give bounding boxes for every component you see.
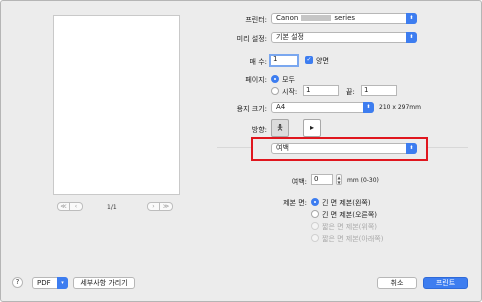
pages-to-input[interactable]: 1 (361, 85, 397, 96)
print-dialog: ≪ ‹ 1/1 › ≫ 프린터: Canon series ⬍ 미리 설정: 기본… (0, 0, 482, 302)
margin-range: mm (0-30) (347, 177, 379, 184)
pages-to-label: 끝: (346, 88, 355, 96)
popup-arrows-icon: ⬍ (406, 143, 417, 154)
section-value: 여백 (276, 144, 289, 152)
help-button[interactable]: ? (12, 277, 23, 288)
section-divider-right (428, 147, 468, 148)
paper-dimensions: 210 x 297mm (379, 104, 421, 111)
landscape-orientation-button[interactable]: ▸ (303, 119, 321, 137)
portrait-person-icon: 🯅 (276, 123, 284, 132)
printer-name-prefix: Canon (276, 14, 299, 22)
section-popup[interactable]: 여백 ⬍ (271, 143, 417, 154)
prev-page-button[interactable]: ‹ (70, 202, 83, 211)
print-button[interactable]: 프린트 (423, 277, 468, 289)
staple-short-bottom-radio (311, 234, 319, 242)
portrait-orientation-button[interactable]: 🯅 (271, 119, 289, 137)
duplex-label: 양면 (316, 57, 329, 65)
presets-value: 기본 설정 (276, 33, 304, 41)
paper-size-popup[interactable]: A4 ⬍ (271, 102, 374, 113)
staple-short-top-radio (311, 222, 319, 230)
pdf-menu-button[interactable]: PDF ▾ (32, 277, 68, 289)
paper-size-value: A4 (276, 103, 286, 111)
presets-popup[interactable]: 기본 설정 ⬍ (271, 32, 417, 43)
pdf-label: PDF (37, 279, 51, 287)
staple-long-right-radio[interactable] (311, 210, 319, 218)
copies-input[interactable]: 1 (269, 54, 299, 67)
printer-label: 프린터: (245, 16, 267, 24)
landscape-person-icon: ▸ (309, 123, 314, 132)
copies-label: 매 수: (249, 58, 267, 66)
staple-short-top-label: 짧은 면 제본(위쪽) (322, 223, 377, 231)
pages-label: 페이지: (245, 76, 267, 84)
redacted-model (301, 15, 332, 21)
staple-long-left-label: 긴 면 제본(왼쪽) (322, 199, 371, 207)
popup-arrows-icon: ⬍ (363, 102, 374, 113)
stapling-label: 제본 면: (283, 199, 307, 207)
section-divider-left (217, 147, 251, 148)
cancel-button[interactable]: 취소 (377, 277, 417, 289)
last-page-button[interactable]: ≫ (160, 202, 173, 211)
margin-label: 여백: (291, 178, 307, 186)
duplex-checkbox[interactable]: ✓ (305, 56, 313, 64)
pages-range-radio[interactable] (271, 87, 279, 95)
preview-nav-back: ≪ ‹ (57, 202, 83, 211)
margin-stepper[interactable]: ▲ ▼ (336, 174, 342, 185)
printer-name-suffix: series (334, 14, 356, 22)
chevron-down-icon: ▾ (57, 277, 68, 289)
presets-label: 미리 설정: (236, 35, 267, 43)
staple-long-left-radio[interactable] (311, 198, 319, 206)
next-page-button[interactable]: › (147, 202, 160, 211)
hide-details-button[interactable]: 세부사항 가리기 (73, 277, 135, 289)
staple-short-bottom-label: 짧은 면 제본(아래쪽) (322, 235, 384, 243)
page-preview (53, 15, 180, 195)
margin-input[interactable]: 0 (311, 174, 333, 185)
popup-arrows-icon: ⬍ (406, 13, 417, 24)
orientation-label: 방향: (251, 126, 267, 134)
pages-all-radio[interactable] (271, 75, 279, 83)
pages-from-input[interactable]: 1 (303, 85, 339, 96)
page-indicator: 1/1 (107, 204, 117, 211)
printer-popup[interactable]: Canon series ⬍ (271, 13, 417, 24)
first-page-button[interactable]: ≪ (57, 202, 70, 211)
popup-arrows-icon: ⬍ (406, 32, 417, 43)
preview-nav-forward: › ≫ (147, 202, 173, 211)
paper-size-label: 용지 크기: (236, 105, 267, 113)
staple-long-right-label: 긴 면 제본(오른쪽) (322, 211, 377, 219)
pages-all-label: 모두 (282, 76, 295, 84)
pages-from-label: 시작: (282, 88, 298, 96)
